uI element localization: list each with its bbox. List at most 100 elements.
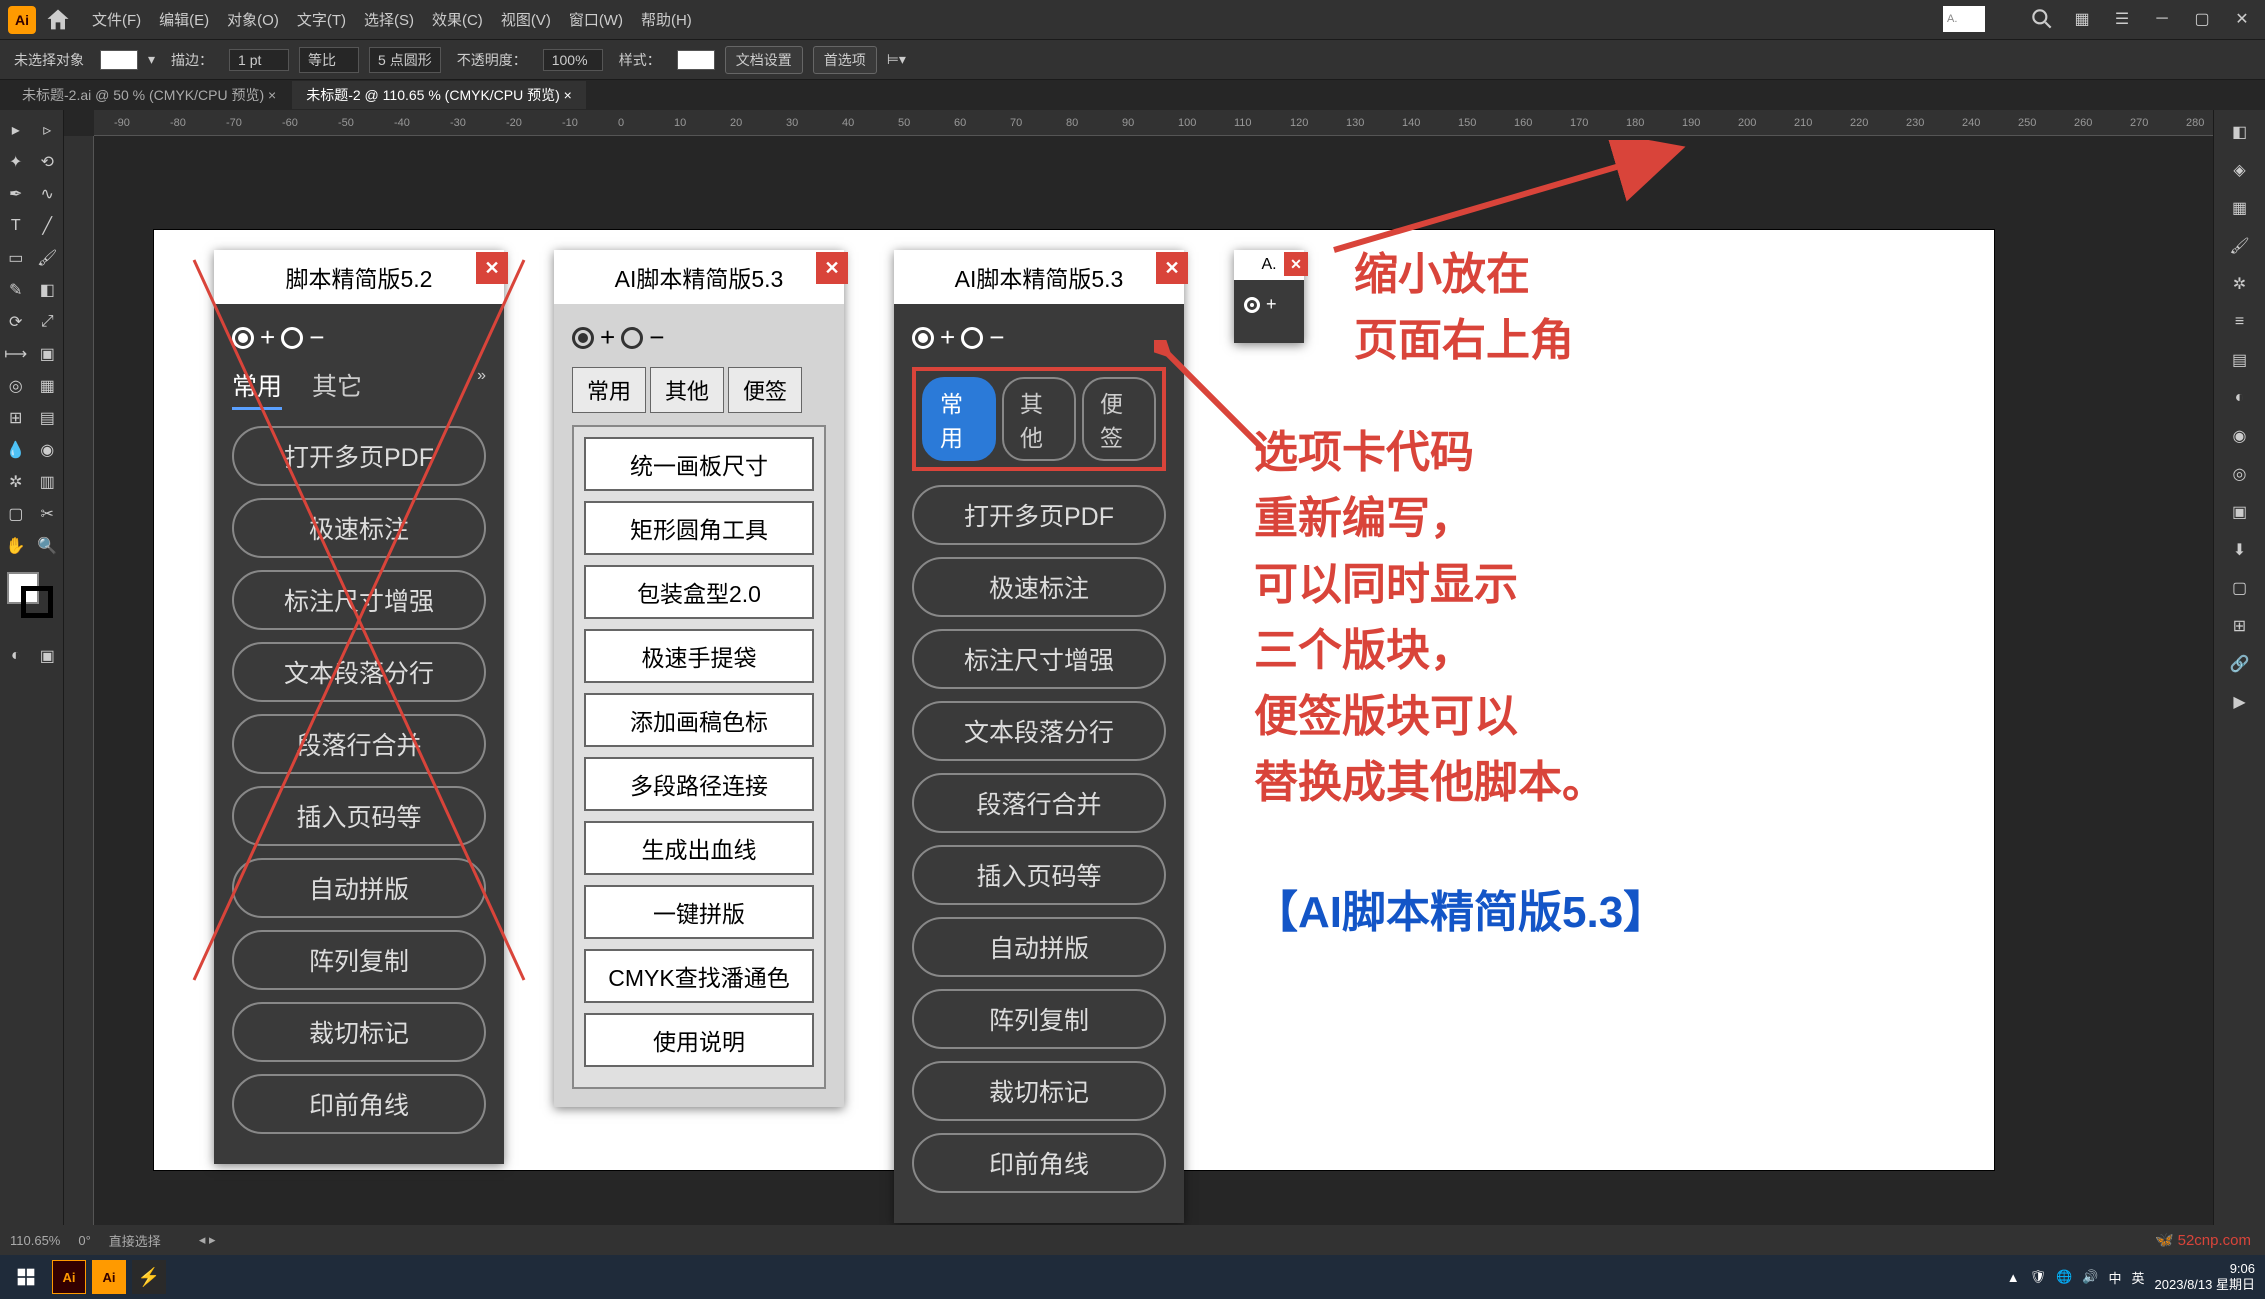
eraser-tool[interactable]: ◧: [32, 274, 64, 306]
btn-dimension-53[interactable]: 标注尺寸增强: [912, 629, 1166, 689]
scale-tool[interactable]: ⤢: [32, 306, 64, 338]
zoom-tool[interactable]: 🔍: [32, 530, 64, 562]
radio-off-icon[interactable]: [281, 327, 303, 349]
transparency-icon[interactable]: ◐: [2226, 384, 2254, 412]
radio-off-icon[interactable]: [961, 327, 983, 349]
menu-window[interactable]: 窗口(W): [569, 9, 623, 30]
menu-help[interactable]: 帮助(H): [641, 9, 692, 30]
curvature-tool[interactable]: ∿: [32, 178, 64, 210]
btn-para-merge-53[interactable]: 段落行合并: [912, 773, 1166, 833]
width-tool[interactable]: ⟼: [0, 338, 32, 370]
panel-53-light-close[interactable]: ✕: [816, 252, 848, 284]
clock-time[interactable]: 9:06: [2155, 1261, 2255, 1277]
tab-other-52[interactable]: 其它: [312, 367, 362, 410]
radio-on-icon[interactable]: [1244, 297, 1260, 313]
links-icon[interactable]: 🔗: [2226, 650, 2254, 678]
shaper-tool[interactable]: ✎: [0, 274, 32, 306]
brush-preset[interactable]: 5 点圆形: [369, 47, 441, 73]
btn-crop-marks[interactable]: 裁切标记: [232, 1002, 486, 1062]
btn-cmyk-pantone[interactable]: CMYK查找潘通色: [584, 949, 814, 1003]
graphic-styles-icon[interactable]: ◎: [2226, 460, 2254, 488]
btn-insert-pageno[interactable]: 插入页码等: [232, 786, 486, 846]
taskbar-app[interactable]: ⚡: [132, 1260, 166, 1294]
fill-swatch[interactable]: [100, 50, 138, 70]
panel-mini-close[interactable]: ✕: [1284, 252, 1308, 276]
scale-mode[interactable]: 等比: [299, 47, 359, 73]
tray-volume-icon[interactable]: 🔊: [2082, 1269, 2098, 1285]
menu-type[interactable]: 文字(T): [297, 9, 346, 30]
panel-52-close[interactable]: ✕: [476, 252, 508, 284]
selection-tool[interactable]: ▸: [0, 114, 32, 146]
direct-selection-tool[interactable]: ▹: [32, 114, 64, 146]
tab-notes-dark[interactable]: 便签: [1082, 377, 1156, 461]
appearance-icon[interactable]: ◉: [2226, 422, 2254, 450]
symbol-sprayer-tool[interactable]: ✲: [0, 466, 32, 498]
btn-corner-lines[interactable]: 印前角线: [232, 1074, 486, 1134]
tab-other-dark[interactable]: 其他: [1002, 377, 1076, 461]
tray-security-icon[interactable]: 🛡: [2030, 1269, 2047, 1285]
eyedropper-tool[interactable]: 💧: [0, 434, 32, 466]
btn-add-colorchip[interactable]: 添加画稿色标: [584, 693, 814, 747]
doc-tab-1[interactable]: 未标题-2.ai @ 50 % (CMYK/CPU 预览) ×: [8, 81, 290, 109]
workspace-icon[interactable]: ☰: [2109, 6, 2135, 32]
color-icon[interactable]: ◈: [2226, 156, 2254, 184]
rotate-tool[interactable]: ⟳: [0, 306, 32, 338]
taskbar-ai-1[interactable]: Ai: [52, 1260, 86, 1294]
menu-effect[interactable]: 效果(C): [432, 9, 483, 30]
btn-unify-artboard[interactable]: 统一画板尺寸: [584, 437, 814, 491]
perspective-tool[interactable]: ▦: [32, 370, 64, 402]
zoom-level[interactable]: 110.65%: [10, 1233, 60, 1248]
radio-on-icon[interactable]: [912, 327, 934, 349]
btn-auto-layout[interactable]: 自动拼版: [232, 858, 486, 918]
tray-icon[interactable]: ▲: [2007, 1270, 2020, 1285]
shape-builder-tool[interactable]: ◎: [0, 370, 32, 402]
canvas[interactable]: -90-80-70-60-50-40-30-20-100102030405060…: [64, 110, 2213, 1225]
drawing-mode[interactable]: ◐: [0, 640, 32, 672]
align-icon[interactable]: ⊨▾: [887, 51, 906, 68]
opacity-value[interactable]: 100%: [543, 49, 603, 71]
brushes-icon[interactable]: 🖌: [2226, 232, 2254, 260]
tab-other-light[interactable]: 其他: [650, 367, 724, 413]
paintbrush-tool[interactable]: 🖌: [32, 242, 64, 274]
swatches-icon[interactable]: ▦: [2226, 194, 2254, 222]
tray-ime-icon[interactable]: 中: [2109, 1268, 2122, 1287]
btn-manual[interactable]: 使用说明: [584, 1013, 814, 1067]
home-icon[interactable]: [44, 6, 72, 34]
btn-fast-annotate[interactable]: 极速标注: [232, 498, 486, 558]
gradient-tool[interactable]: ▤: [32, 402, 64, 434]
blend-tool[interactable]: ◉: [32, 434, 64, 466]
doc-setup-button[interactable]: 文档设置: [725, 46, 803, 74]
hand-tool[interactable]: ✋: [0, 530, 32, 562]
btn-one-click-layout[interactable]: 一键拼版: [584, 885, 814, 939]
rotate-angle[interactable]: 0°: [78, 1233, 90, 1248]
btn-array-copy[interactable]: 阵列复制: [232, 930, 486, 990]
preferences-button[interactable]: 首选项: [813, 46, 877, 74]
menu-select[interactable]: 选择(S): [364, 9, 414, 30]
radio-on-icon[interactable]: [232, 327, 254, 349]
lasso-tool[interactable]: ⟲: [32, 146, 64, 178]
minimize-icon[interactable]: ─: [2149, 6, 2175, 32]
panel-53-dark-close[interactable]: ✕: [1156, 252, 1188, 284]
expand-icon[interactable]: »: [477, 367, 486, 410]
tab-common-52[interactable]: 常用: [232, 367, 282, 410]
btn-open-pdf[interactable]: 打开多页PDF: [232, 426, 486, 486]
stroke-icon[interactable]: ≡: [2226, 308, 2254, 336]
artboards-icon[interactable]: ▢: [2226, 574, 2254, 602]
tab-common-dark[interactable]: 常用: [922, 377, 996, 461]
taskbar-ai-2[interactable]: Ai: [92, 1260, 126, 1294]
magic-wand-tool[interactable]: ✦: [0, 146, 32, 178]
btn-rect-round[interactable]: 矩形圆角工具: [584, 501, 814, 555]
symbols-icon[interactable]: ✲: [2226, 270, 2254, 298]
tray-network-icon[interactable]: 🌐: [2056, 1269, 2072, 1285]
free-transform-tool[interactable]: ▣: [32, 338, 64, 370]
tab-notes-light[interactable]: 便签: [728, 367, 802, 413]
layers-icon[interactable]: ▣: [2226, 498, 2254, 526]
menu-object[interactable]: 对象(O): [227, 9, 279, 30]
btn-crop-marks-53[interactable]: 裁切标记: [912, 1061, 1166, 1121]
radio-off-icon[interactable]: [621, 327, 643, 349]
actions-icon[interactable]: ▶: [2226, 688, 2254, 716]
search-icon[interactable]: [2029, 6, 2055, 32]
pen-tool[interactable]: ✒: [0, 178, 32, 210]
stroke-weight[interactable]: 1 pt: [229, 49, 289, 71]
maximize-icon[interactable]: ▢: [2189, 6, 2215, 32]
